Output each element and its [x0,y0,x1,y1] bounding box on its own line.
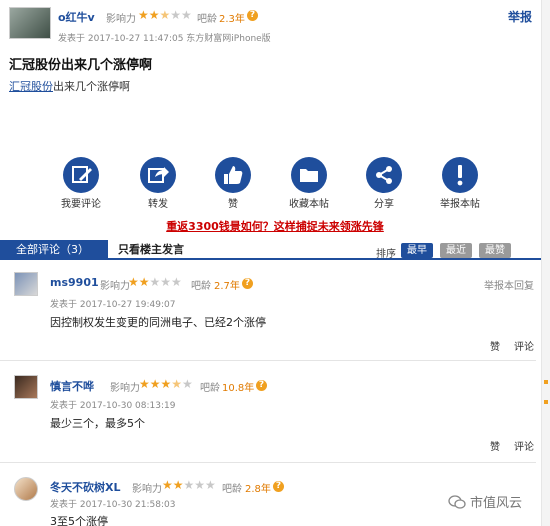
tab-owner-only[interactable]: 只看楼主发言 [118,240,184,260]
comment-influence-stars: ★★★★★ [162,478,216,492]
comment-age-value: 2.7年 [214,281,240,292]
comment-time: 发表于 2017-10-27 19:49:07 [50,300,176,310]
post-body-text: 出来几个涨停啊 [53,80,130,93]
post-age-label: 吧龄 [197,14,217,25]
comment-author[interactable]: ms9901 [50,276,99,289]
comment-time: 发表于 2017-10-30 21:58:03 [50,500,176,510]
comment-age-label: 吧龄 [222,484,242,495]
post-age-value: 2.3年 [219,14,245,25]
scrollbar-marker [544,400,548,404]
comment-report-link[interactable]: 举报本回复 [484,277,534,292]
comment-influence-stars: ★★★★★ [139,377,193,391]
action-forward-label[interactable]: 转发 [123,195,193,210]
post-influence-label: 影响力 [106,14,136,25]
comment-author[interactable]: 慎言不哗 [50,378,94,394]
share-icon[interactable] [366,157,402,193]
tab-all-comments[interactable]: 全部评论（3） [0,240,108,260]
stock-link[interactable]: 汇冠股份 [9,80,53,93]
comment-divider [0,462,536,463]
post-author-name[interactable]: o红牛v [58,9,95,25]
action-share-label[interactable]: 分享 [349,195,419,210]
thumbs-up-icon[interactable] [215,157,251,193]
edit-icon[interactable] [63,157,99,193]
comment-age-label: 吧龄 [191,281,211,292]
vertical-scrollbar[interactable] [541,0,550,526]
post-time: 发表于 2017-10-27 11:47:05 东方财富网iPhone版 [58,34,271,44]
help-icon[interactable]: ? [242,278,253,289]
comment-text: 3至5个涨停 [50,515,108,526]
action-report-label[interactable]: 举报本帖 [425,195,495,210]
comment-like-button[interactable]: 赞 [490,338,500,353]
comment-age-value: 2.8年 [245,484,271,495]
sort-earliest-button[interactable]: 最早 [401,243,433,258]
scrollbar-marker [544,380,548,384]
watermark: 市值风云 [448,492,522,511]
comment-text: 最少三个，最多5个 [50,417,145,430]
promo-link[interactable]: 重返3300钱景如何？这样捕捉未来领涨先锋 [0,218,550,234]
comment-avatar[interactable] [14,477,38,501]
action-like-label[interactable]: 赞 [198,195,268,210]
action-favorite-label[interactable]: 收藏本帖 [274,195,344,210]
comment-avatar[interactable] [14,375,38,399]
comment-time: 发表于 2017-10-30 08:13:19 [50,401,176,411]
help-icon[interactable]: ? [273,481,284,492]
help-icon[interactable]: ? [256,380,267,391]
comment-age-label: 吧龄 [200,383,220,394]
comment-divider [0,360,536,361]
post-body: 汇冠股份出来几个涨停啊 [9,78,130,94]
post-title: 汇冠股份出来几个涨停啊 [9,58,153,73]
forward-icon[interactable] [140,157,176,193]
sort-label: 排序 [376,249,396,260]
exclamation-icon[interactable] [442,157,478,193]
comment-reply-button[interactable]: 评论 [514,338,534,353]
wechat-icon [448,494,466,509]
post-author-avatar[interactable] [9,7,51,39]
comment-author[interactable]: 冬天不砍树XL [50,479,121,495]
post-influence-stars: ★★★★★ [138,8,192,22]
comment-age-value: 10.8年 [222,383,255,394]
comment-influence-label: 影响力 [132,484,162,495]
help-icon[interactable]: ? [247,10,258,21]
folder-icon[interactable] [291,157,327,193]
comment-text: 因控制权发生变更的同洲电子、已经2个涨停 [50,316,266,329]
comment-influence-label: 影响力 [110,383,140,394]
comment-reply-button[interactable]: 评论 [514,438,534,453]
action-comment-label[interactable]: 我要评论 [46,195,116,210]
comment-avatar[interactable] [14,272,38,296]
comment-like-button[interactable]: 赞 [490,438,500,453]
comment-influence-label: 影响力 [100,281,130,292]
watermark-text: 市值风云 [470,496,523,511]
comment-influence-stars: ★★★★★ [128,275,182,289]
report-link[interactable]: 举报 [508,8,532,25]
sort-most-liked-button[interactable]: 最赞 [479,243,511,258]
sort-latest-button[interactable]: 最近 [440,243,472,258]
